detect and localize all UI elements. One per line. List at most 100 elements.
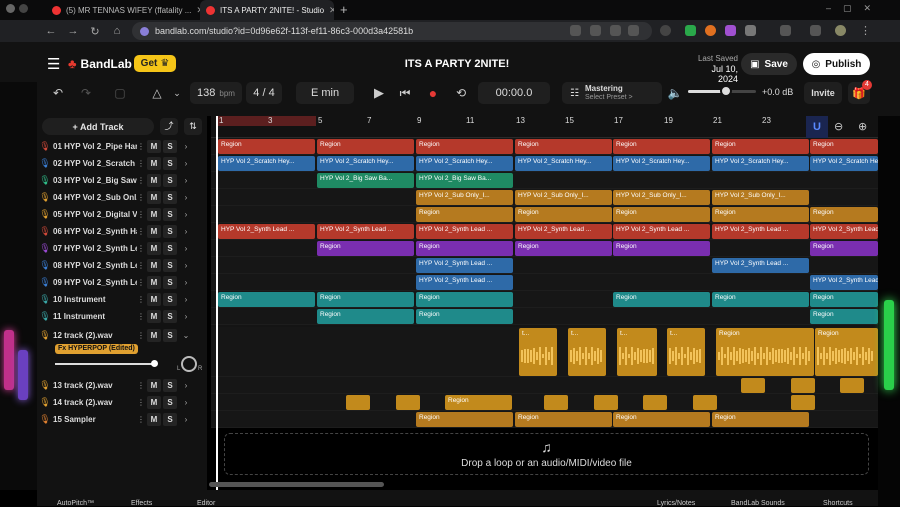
track-name[interactable]: 06 HYP Vol 2_Synth Har... — [53, 227, 137, 236]
region[interactable]: Region — [317, 241, 414, 256]
solo-button[interactable]: S — [163, 242, 177, 255]
window-controls[interactable]: –▢✕ — [826, 3, 883, 14]
region[interactable]: Region — [712, 207, 809, 222]
drop-zone[interactable]: ♫ Drop a loop or an audio/MIDI/video fil… — [224, 433, 869, 475]
browser-menu-icon[interactable] — [6, 4, 15, 13]
region[interactable]: Region — [712, 292, 809, 307]
region[interactable]: Region — [515, 139, 612, 154]
extension-icon[interactable] — [725, 25, 736, 36]
region[interactable]: HYP Vol 2_Synth Lead ... — [218, 224, 315, 239]
audio-region[interactable]: t... — [568, 328, 606, 376]
audio-clip[interactable] — [594, 395, 618, 410]
audio-clip[interactable] — [791, 378, 815, 393]
chevron-right-icon[interactable]: › — [179, 278, 193, 287]
audio-clip[interactable] — [741, 378, 765, 393]
track-menu-icon[interactable]: ⋮ — [137, 244, 145, 253]
bandlab-logo[interactable]: ♣ BandLab — [68, 56, 132, 71]
region[interactable]: Region — [416, 412, 513, 427]
region[interactable]: HYP Vol 2_Scratch Hey... — [810, 156, 878, 171]
audio-region[interactable]: Region — [815, 328, 878, 376]
volume-icon[interactable]: 🔈 — [664, 82, 686, 104]
track-name[interactable]: 15 Sampler — [53, 415, 137, 424]
region[interactable]: HYP Vol 2_Synth Lead ... — [317, 224, 414, 239]
track-name[interactable]: 04 HYP Vol 2_Sub Onl... — [53, 193, 137, 202]
audio-clip[interactable] — [643, 395, 667, 410]
track-header-01[interactable]: 🎙 01 HYP Vol 2_Pipe Har... ⋮ M S › — [37, 138, 207, 155]
track-menu-icon[interactable]: ⋮ — [137, 331, 145, 340]
snap-magnet-icon[interactable]: U — [806, 116, 828, 138]
solo-button[interactable]: S — [163, 140, 177, 153]
region[interactable]: HYP Vol 2_Synth Lead ... — [416, 275, 513, 290]
tempo-field[interactable]: 138 bpm — [190, 82, 242, 104]
chevron-right-icon[interactable]: › — [179, 415, 193, 424]
track-menu-icon[interactable]: ⋮ — [137, 193, 145, 202]
volume-knob[interactable] — [720, 85, 732, 97]
region[interactable]: Region — [810, 207, 878, 222]
save-button[interactable]: ▣ Save — [741, 53, 797, 75]
region[interactable]: Region — [416, 292, 513, 307]
mute-button[interactable]: M — [147, 293, 161, 306]
tab-music[interactable]: (5) MR TENNAS WIFEY (ffatality ... ✕ — [46, 0, 200, 20]
track-lane[interactable] — [211, 274, 878, 291]
chevron-right-icon[interactable]: › — [179, 381, 193, 390]
track-name[interactable]: 12 track (2).wav — [53, 331, 137, 340]
region[interactable]: Region — [218, 139, 315, 154]
fx-preset-badge[interactable]: Fx HYPERPOP (Edited) — [55, 344, 138, 354]
back-icon[interactable]: ← — [40, 25, 62, 37]
mute-button[interactable]: M — [147, 329, 161, 342]
track-menu-icon[interactable]: ⋮ — [137, 295, 145, 304]
audio-clip[interactable] — [544, 395, 568, 410]
extension-icon[interactable] — [660, 25, 671, 36]
track-menu-icon[interactable]: ⋮ — [137, 210, 145, 219]
mute-button[interactable]: M — [147, 396, 161, 409]
track-header-09[interactable]: 🎙09 HYP Vol 2_Synth Le...⋮MS› — [37, 274, 207, 291]
track-menu-icon[interactable]: ⋮ — [137, 278, 145, 287]
track-lane[interactable] — [211, 172, 878, 189]
track-name[interactable]: 01 HYP Vol 2_Pipe Har... — [53, 142, 137, 151]
region[interactable]: HYP Vol 2_Synth Lead ... — [810, 275, 878, 290]
solo-button[interactable]: S — [163, 293, 177, 306]
close-tab-icon[interactable]: ✕ — [329, 5, 334, 16]
chevron-right-icon[interactable]: › — [179, 312, 193, 321]
pan-knob[interactable] — [181, 356, 197, 372]
home-icon[interactable]: ⌂ — [106, 25, 128, 37]
region[interactable]: Region — [810, 292, 878, 307]
region[interactable]: Region — [810, 309, 878, 324]
audio-clip[interactable] — [791, 395, 815, 410]
solo-button[interactable]: S — [163, 157, 177, 170]
horizontal-scrollbar[interactable] — [209, 482, 384, 487]
add-track-button[interactable]: + Add Track — [42, 118, 154, 135]
browser-menu-kebab-icon[interactable]: ⋮ — [860, 24, 871, 37]
solo-button[interactable]: S — [163, 208, 177, 221]
solo-button[interactable]: S — [163, 396, 177, 409]
chevron-down-icon[interactable]: ⌄ — [179, 331, 193, 340]
mute-button[interactable]: M — [147, 259, 161, 272]
region[interactable]: HYP Vol 2_Sub Only_I... — [416, 190, 513, 205]
track-header-02[interactable]: 🎙 02 HYP Vol 2_Scratch ... ⋮ M S › — [37, 155, 207, 172]
mastering-button[interactable]: ☷ Mastering Select Preset > — [562, 82, 662, 104]
playhead[interactable] — [216, 116, 218, 496]
track-header-15[interactable]: 🎙 15 Sampler ⋮ M S › — [37, 411, 207, 428]
audio-clip[interactable] — [346, 395, 370, 410]
loop-region-bar[interactable] — [218, 116, 316, 126]
region[interactable]: Region — [317, 139, 414, 154]
sidebar-icon[interactable] — [780, 25, 791, 36]
chevron-right-icon[interactable]: › — [179, 210, 193, 219]
chevron-right-icon[interactable]: › — [179, 159, 193, 168]
tab-studio[interactable]: ITS A PARTY 2NITE! - Studio ✕ — [200, 0, 334, 20]
track-header-04[interactable]: 🎙 04 HYP Vol 2_Sub Onl... ⋮ M S › — [37, 189, 207, 206]
region[interactable]: Region — [416, 241, 513, 256]
region[interactable]: Region — [613, 241, 710, 256]
automation-icon[interactable]: ⤴ — [160, 118, 178, 135]
track-menu-icon[interactable]: ⋮ — [137, 312, 145, 321]
region[interactable]: HYP Vol 2_Big Saw Ba... — [416, 173, 513, 188]
track-menu-icon[interactable]: ⋮ — [137, 176, 145, 185]
region[interactable]: HYP Vol 2_Scratch Hey... — [712, 156, 809, 171]
region[interactable]: Region — [613, 139, 710, 154]
track-name[interactable]: 05 HYP Vol 2_Digital V... — [53, 210, 137, 219]
track-header-06[interactable]: 🎙06 HYP Vol 2_Synth Har...⋮MS› — [37, 223, 207, 240]
region[interactable]: HYP Vol 2_Synth Lead ... — [712, 258, 809, 273]
track-header-03[interactable]: 🎙03 HYP Vol 2_Big Saw ...⋮MS› — [37, 172, 207, 189]
track-header-11[interactable]: 🎙 11 Instrument ⋮ M S › — [37, 308, 207, 325]
mute-button[interactable]: M — [147, 310, 161, 323]
